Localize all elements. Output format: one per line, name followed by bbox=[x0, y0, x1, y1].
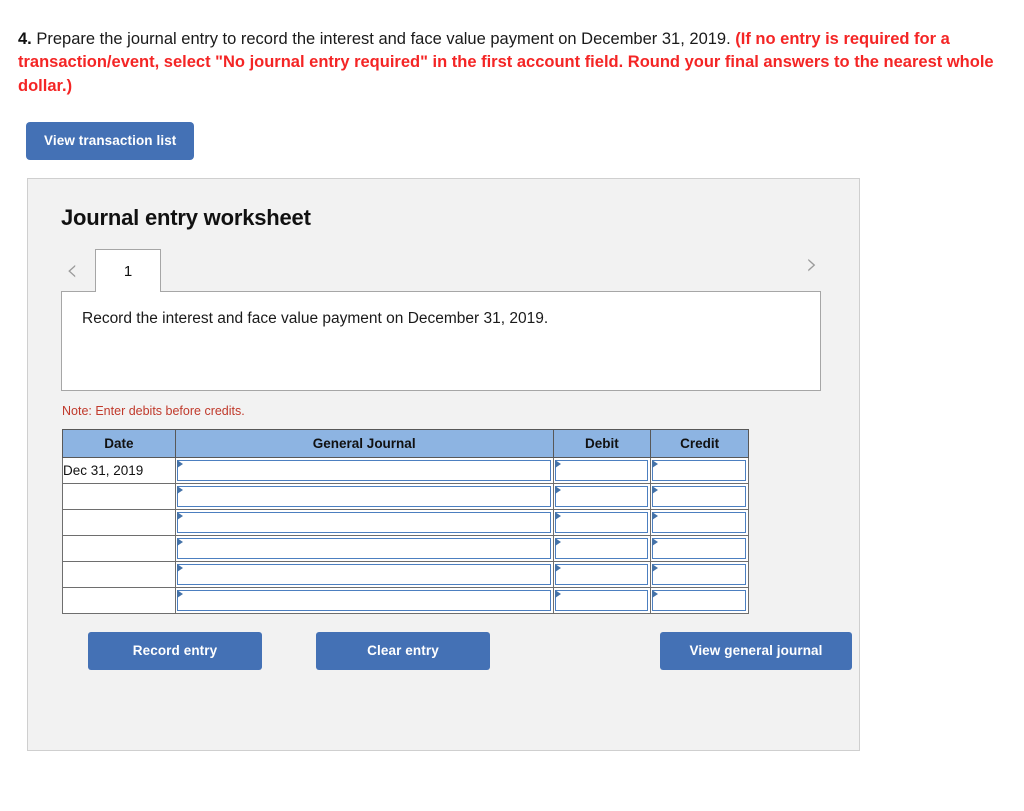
date-cell[interactable] bbox=[62, 587, 176, 615]
journal-entry-table: Date General Journal Debit Credit Dec 31… bbox=[62, 429, 749, 615]
entry-description-box: Record the interest and face value payme… bbox=[61, 291, 821, 392]
credit-cell[interactable] bbox=[650, 457, 749, 485]
debit-input[interactable] bbox=[554, 538, 649, 560]
date-cell[interactable] bbox=[62, 535, 176, 563]
worksheet-action-buttons: Record entry Clear entry View general jo… bbox=[62, 632, 852, 674]
worksheet-tabstrip: ‹ 1 › bbox=[28, 248, 859, 293]
debit-input[interactable] bbox=[554, 564, 649, 586]
account-select[interactable] bbox=[176, 486, 551, 508]
credit-input[interactable] bbox=[652, 486, 746, 508]
debit-cell[interactable] bbox=[552, 457, 652, 485]
table-row bbox=[62, 509, 749, 537]
column-header-date: Date bbox=[62, 429, 176, 459]
next-entry-chevron-right-icon[interactable]: › bbox=[801, 250, 823, 280]
record-entry-button[interactable]: Record entry bbox=[88, 632, 262, 671]
debit-input[interactable] bbox=[554, 512, 649, 534]
table-row: Dec 31, 2019 bbox=[62, 457, 749, 485]
table-row bbox=[62, 561, 749, 589]
debit-input[interactable] bbox=[554, 486, 649, 508]
credit-input[interactable] bbox=[652, 460, 746, 482]
general-journal-cell[interactable] bbox=[174, 457, 554, 485]
date-cell[interactable] bbox=[62, 561, 176, 589]
account-select[interactable] bbox=[176, 538, 551, 560]
question-number: 4. bbox=[18, 30, 32, 48]
view-transaction-list-button[interactable]: View transaction list bbox=[26, 122, 195, 161]
debit-cell[interactable] bbox=[552, 535, 652, 563]
view-transaction-list-wrap: View transaction list bbox=[0, 98, 1024, 161]
account-select[interactable] bbox=[176, 460, 551, 482]
credit-cell[interactable] bbox=[650, 587, 749, 615]
column-header-credit: Credit bbox=[650, 429, 749, 459]
date-cell[interactable]: Dec 31, 2019 bbox=[62, 457, 176, 485]
account-select[interactable] bbox=[176, 564, 551, 586]
account-select[interactable] bbox=[176, 512, 551, 534]
general-journal-cell[interactable] bbox=[174, 483, 554, 511]
table-row bbox=[62, 535, 749, 563]
previous-entry-chevron-left-icon[interactable]: ‹ bbox=[61, 256, 83, 286]
credit-cell[interactable] bbox=[650, 509, 749, 537]
debit-cell[interactable] bbox=[552, 587, 652, 615]
debit-input[interactable] bbox=[554, 460, 649, 482]
credit-cell[interactable] bbox=[650, 483, 749, 511]
question-text: Prepare the journal entry to record the … bbox=[31, 30, 736, 48]
debit-cell[interactable] bbox=[552, 509, 652, 537]
table-row bbox=[62, 587, 749, 615]
page-title: Journal entry worksheet bbox=[61, 205, 311, 231]
credit-input[interactable] bbox=[652, 590, 746, 612]
general-journal-cell[interactable] bbox=[174, 535, 554, 563]
general-journal-cell[interactable] bbox=[174, 561, 554, 589]
view-general-journal-button[interactable]: View general journal bbox=[660, 632, 852, 671]
date-cell[interactable] bbox=[62, 483, 176, 511]
worksheet-tab-1[interactable]: 1 bbox=[95, 249, 161, 293]
credit-cell[interactable] bbox=[650, 535, 749, 563]
general-journal-cell[interactable] bbox=[174, 509, 554, 537]
general-journal-cell[interactable] bbox=[174, 587, 554, 615]
credit-input[interactable] bbox=[652, 538, 746, 560]
table-header-row: Date General Journal Debit Credit bbox=[62, 429, 749, 459]
question-prompt: 4. Prepare the journal entry to record t… bbox=[0, 0, 1024, 98]
debit-input[interactable] bbox=[554, 590, 649, 612]
column-header-general-journal: General Journal bbox=[174, 429, 554, 459]
credit-input[interactable] bbox=[652, 512, 746, 534]
table-row bbox=[62, 483, 749, 511]
date-cell[interactable] bbox=[62, 509, 176, 537]
clear-entry-button[interactable]: Clear entry bbox=[316, 632, 490, 671]
debit-cell[interactable] bbox=[552, 483, 652, 511]
column-header-debit: Debit bbox=[552, 429, 652, 459]
debits-before-credits-note: Note: Enter debits before credits. bbox=[62, 404, 245, 419]
journal-entry-worksheet-panel: Journal entry worksheet ‹ 1 › Record the… bbox=[27, 178, 860, 752]
account-select[interactable] bbox=[176, 590, 551, 612]
credit-input[interactable] bbox=[652, 564, 746, 586]
credit-cell[interactable] bbox=[650, 561, 749, 589]
debit-cell[interactable] bbox=[552, 561, 652, 589]
